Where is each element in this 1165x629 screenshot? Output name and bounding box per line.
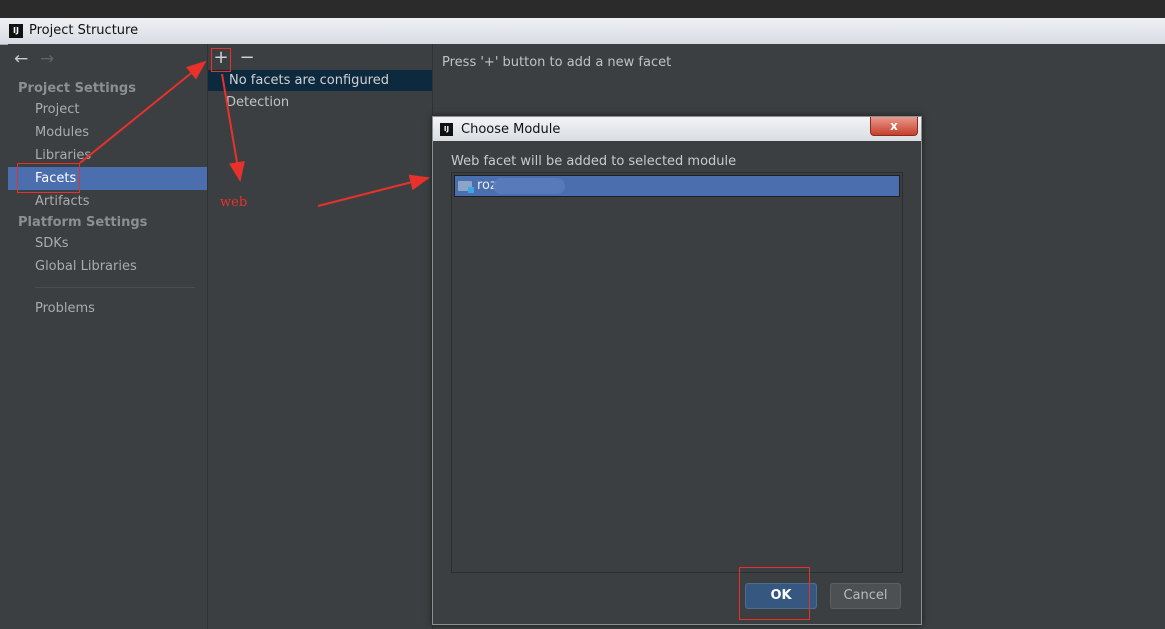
annotation-arrows xyxy=(79,60,430,207)
arrow-facets-to-add xyxy=(79,60,207,164)
arrow-web-to-module xyxy=(317,174,430,207)
arrow-add-to-web xyxy=(221,73,245,182)
